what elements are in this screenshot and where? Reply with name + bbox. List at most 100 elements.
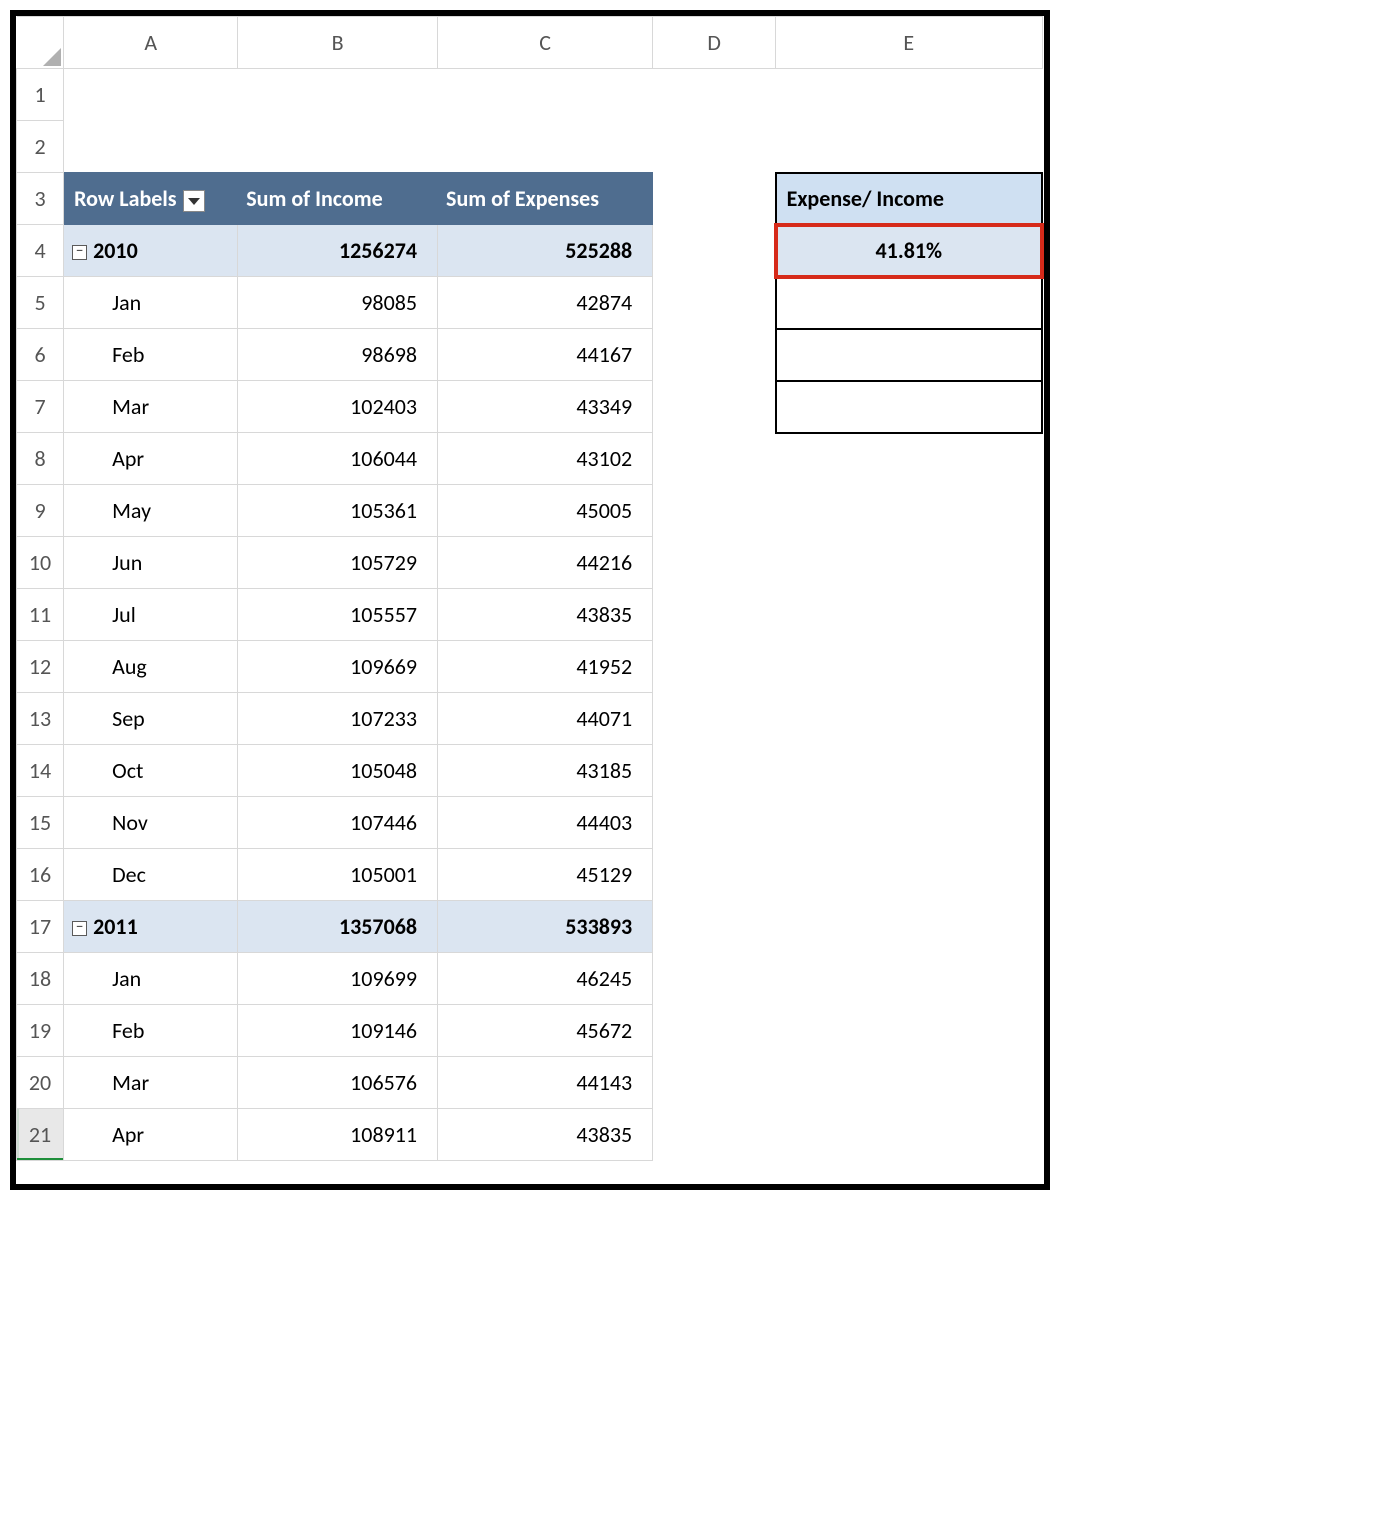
- income-cell[interactable]: 98085: [238, 277, 438, 329]
- pivot-group-2011[interactable]: −2011: [64, 901, 238, 953]
- row-header-21[interactable]: 21: [17, 1109, 64, 1161]
- row-header-12[interactable]: 12: [17, 641, 64, 693]
- row-header-1[interactable]: 1: [17, 69, 64, 121]
- income-cell[interactable]: 109146: [238, 1005, 438, 1057]
- cell-E2[interactable]: [776, 121, 1042, 173]
- cell-E12[interactable]: [776, 641, 1042, 693]
- expense-cell[interactable]: 43349: [438, 381, 653, 433]
- income-cell[interactable]: 106044: [238, 433, 438, 485]
- cell-E18[interactable]: [776, 953, 1042, 1005]
- row-header-16[interactable]: 16: [17, 849, 64, 901]
- expense-cell[interactable]: 41952: [438, 641, 653, 693]
- cell-D18[interactable]: [653, 953, 776, 1005]
- cell-D21[interactable]: [653, 1109, 776, 1161]
- ratio-value-1[interactable]: 41.81%: [776, 225, 1042, 277]
- income-cell[interactable]: 98698: [238, 329, 438, 381]
- expense-cell[interactable]: 43835: [438, 1109, 653, 1161]
- cell-C1[interactable]: [438, 69, 653, 121]
- cell-D7[interactable]: [653, 381, 776, 433]
- month-label[interactable]: Mar: [64, 1057, 238, 1109]
- cell-A2[interactable]: [64, 121, 238, 173]
- cell-D3[interactable]: [653, 173, 776, 225]
- row-labels-filter-dropdown[interactable]: [183, 190, 205, 212]
- ratio-value-4[interactable]: [776, 381, 1042, 433]
- cell-D14[interactable]: [653, 745, 776, 797]
- income-cell[interactable]: 105001: [238, 849, 438, 901]
- income-cell[interactable]: 105557: [238, 589, 438, 641]
- expense-cell[interactable]: 43102: [438, 433, 653, 485]
- row-header-15[interactable]: 15: [17, 797, 64, 849]
- expense-cell[interactable]: 45672: [438, 1005, 653, 1057]
- expense-cell[interactable]: 43185: [438, 745, 653, 797]
- cell-D10[interactable]: [653, 537, 776, 589]
- col-header-E[interactable]: E: [776, 17, 1042, 69]
- month-label[interactable]: Apr: [64, 1109, 238, 1161]
- cell-D13[interactable]: [653, 693, 776, 745]
- income-cell[interactable]: 102403: [238, 381, 438, 433]
- cell-E13[interactable]: [776, 693, 1042, 745]
- ratio-header[interactable]: Expense/ Income: [776, 173, 1042, 225]
- col-header-C[interactable]: C: [438, 17, 653, 69]
- cell-A1[interactable]: [64, 69, 238, 121]
- cell-D11[interactable]: [653, 589, 776, 641]
- cell-D16[interactable]: [653, 849, 776, 901]
- cell-B2[interactable]: [238, 121, 438, 173]
- income-cell[interactable]: 105361: [238, 485, 438, 537]
- cell-E19[interactable]: [776, 1005, 1042, 1057]
- col-header-A[interactable]: A: [64, 17, 238, 69]
- month-label[interactable]: Jul: [64, 589, 238, 641]
- income-2010[interactable]: 1256274: [238, 225, 438, 277]
- month-label[interactable]: Nov: [64, 797, 238, 849]
- expense-cell[interactable]: 44167: [438, 329, 653, 381]
- income-cell[interactable]: 105729: [238, 537, 438, 589]
- row-header-18[interactable]: 18: [17, 953, 64, 1005]
- cell-D6[interactable]: [653, 329, 776, 381]
- income-cell[interactable]: 107233: [238, 693, 438, 745]
- row-header-14[interactable]: 14: [17, 745, 64, 797]
- cell-E10[interactable]: [776, 537, 1042, 589]
- expense-cell[interactable]: 44216: [438, 537, 653, 589]
- expense-cell[interactable]: 45129: [438, 849, 653, 901]
- cell-D4[interactable]: [653, 225, 776, 277]
- spreadsheet-grid[interactable]: A B C D E 1 2 3 Row Labels Sum of Income…: [16, 16, 1044, 1161]
- cell-D17[interactable]: [653, 901, 776, 953]
- month-label[interactable]: Feb: [64, 329, 238, 381]
- expense-cell[interactable]: 44143: [438, 1057, 653, 1109]
- cell-D15[interactable]: [653, 797, 776, 849]
- month-label[interactable]: Dec: [64, 849, 238, 901]
- expense-cell[interactable]: 42874: [438, 277, 653, 329]
- month-label[interactable]: Apr: [64, 433, 238, 485]
- cell-C2[interactable]: [438, 121, 653, 173]
- select-all-corner[interactable]: [17, 17, 64, 69]
- row-header-20[interactable]: 20: [17, 1057, 64, 1109]
- income-cell[interactable]: 105048: [238, 745, 438, 797]
- month-label[interactable]: Aug: [64, 641, 238, 693]
- col-header-D[interactable]: D: [653, 17, 776, 69]
- cell-D19[interactable]: [653, 1005, 776, 1057]
- row-header-2[interactable]: 2: [17, 121, 64, 173]
- cell-E20[interactable]: [776, 1057, 1042, 1109]
- income-cell[interactable]: 109699: [238, 953, 438, 1005]
- month-label[interactable]: Jan: [64, 277, 238, 329]
- row-header-7[interactable]: 7: [17, 381, 64, 433]
- cell-E17[interactable]: [776, 901, 1042, 953]
- pivot-header-row-labels[interactable]: Row Labels: [64, 173, 238, 225]
- expenses-2011[interactable]: 533893: [438, 901, 653, 953]
- cell-E8[interactable]: [776, 433, 1042, 485]
- cell-D1[interactable]: [653, 69, 776, 121]
- month-label[interactable]: Jun: [64, 537, 238, 589]
- month-label[interactable]: Jan: [64, 953, 238, 1005]
- row-header-10[interactable]: 10: [17, 537, 64, 589]
- income-cell[interactable]: 106576: [238, 1057, 438, 1109]
- cell-E21[interactable]: [776, 1109, 1042, 1161]
- income-2011[interactable]: 1357068: [238, 901, 438, 953]
- expenses-2010[interactable]: 525288: [438, 225, 653, 277]
- month-label[interactable]: Sep: [64, 693, 238, 745]
- row-header-3[interactable]: 3: [17, 173, 64, 225]
- row-header-8[interactable]: 8: [17, 433, 64, 485]
- cell-E9[interactable]: [776, 485, 1042, 537]
- income-cell[interactable]: 108911: [238, 1109, 438, 1161]
- pivot-group-2010[interactable]: −2010: [64, 225, 238, 277]
- ratio-value-3[interactable]: [776, 329, 1042, 381]
- collapse-icon[interactable]: −: [72, 921, 87, 936]
